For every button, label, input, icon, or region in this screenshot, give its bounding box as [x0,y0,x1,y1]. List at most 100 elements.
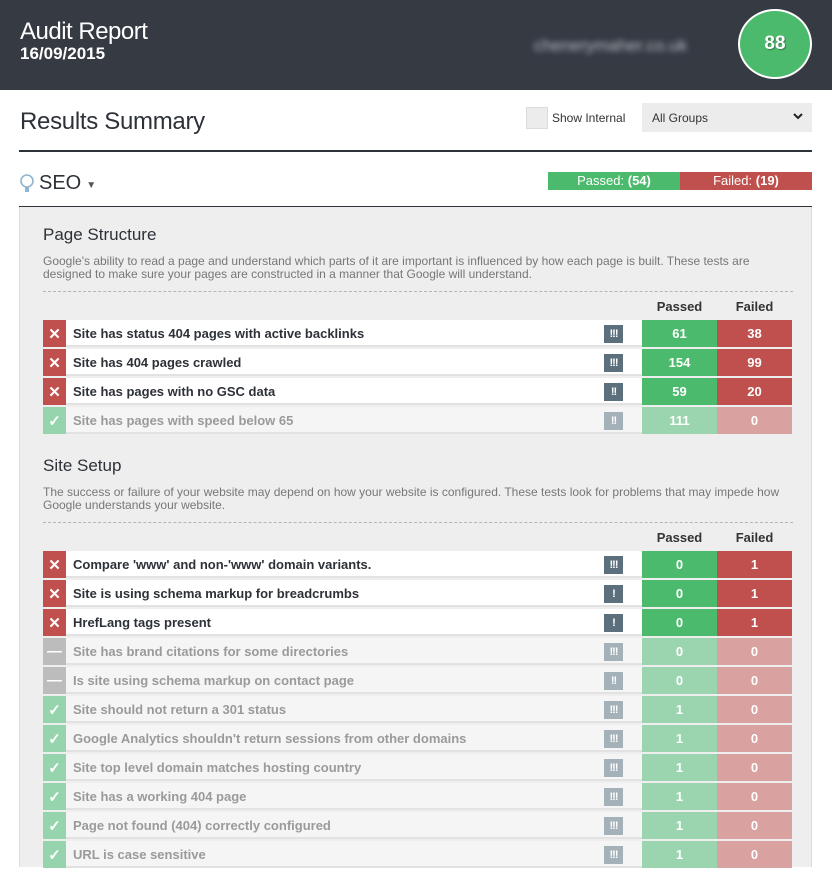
passed-count[interactable]: 154 [642,349,717,376]
passed-count[interactable]: 0 [642,609,717,636]
priority-icon: ! [604,585,623,603]
column-header-failed: Failed [735,530,774,545]
passed-count[interactable]: 0 [642,638,717,665]
passed-count[interactable]: 61 [642,320,717,347]
passed-count[interactable]: 0 [642,667,717,694]
check-icon: ✓ [43,754,66,781]
priority-icon: !!! [604,701,623,719]
test-row[interactable]: — Site has brand citations for some dire… [43,638,793,665]
passed-count[interactable]: 1 [642,783,717,810]
priority-icon: !!! [604,354,623,372]
failed-count[interactable]: 1 [717,551,792,578]
test-label: Site top level domain matches hosting co… [66,754,642,781]
divider [19,150,812,152]
failed-count[interactable]: 1 [717,609,792,636]
test-row[interactable]: ✓ Site top level domain matches hosting … [43,754,793,781]
site-domain: chenerymaher.co.uk [534,36,688,55]
passed-count[interactable]: 1 [642,725,717,752]
priority-icon: !!! [604,817,623,835]
column-header-failed: Failed [735,299,774,314]
failed-count[interactable]: 99 [717,349,792,376]
passed-count[interactable]: 1 [642,812,717,839]
section-page-structure: Page Structure Google's ability to read a… [43,225,793,436]
priority-icon: !!! [604,556,623,574]
test-row[interactable]: ✓ Site should not return a 301 status !!… [43,696,793,723]
report-header: Audit Report 16/09/2015 chenerymaher.co.… [0,0,832,90]
test-label: HrefLang tags present [66,609,642,636]
check-icon: ✓ [43,407,66,434]
passed-count[interactable]: 111 [642,407,717,434]
failed-count[interactable]: 0 [717,407,792,434]
report-date: 16/09/2015 [20,44,106,63]
test-label: Page not found (404) correctly configure… [66,812,642,839]
test-label: Site should not return a 301 status [66,696,642,723]
failed-count[interactable]: 38 [717,320,792,347]
test-label: Site has brand citations for some direct… [66,638,642,665]
passed-summary: Passed: (54) [548,172,680,190]
failed-summary: Failed: (19) [680,172,812,190]
column-header-passed: Passed [656,530,703,545]
passed-count[interactable]: 0 [642,551,717,578]
failed-count[interactable]: 0 [717,638,792,665]
test-row[interactable]: ✕ Site has status 404 pages with active … [43,320,793,347]
test-label: Site has status 404 pages with active ba… [66,320,642,347]
category-name: SEO [39,172,82,194]
test-row[interactable]: ✕ Site has 404 pages crawled !!! 154 99 [43,349,793,376]
failed-count[interactable]: 0 [717,754,792,781]
check-icon: ✓ [43,812,66,839]
test-row[interactable]: ✓ Site has a working 404 page !!! 1 0 [43,783,793,810]
test-row[interactable]: ✕ Site is using schema markup for breadc… [43,580,793,607]
group-select[interactable]: All Groups [642,103,812,132]
close-icon: ✕ [43,551,66,578]
failed-count[interactable]: 0 [717,783,792,810]
show-internal-checkbox[interactable] [526,107,548,129]
caret-down-icon: ▼ [86,180,97,191]
group-select-value: All Groups [652,110,709,125]
seo-results-panel: Page Structure Google's ability to read a… [19,207,812,870]
report-title: Audit Report [20,18,148,45]
passed-count[interactable]: 59 [642,378,717,405]
section-description: The success or failure of your website m… [43,485,780,512]
priority-icon: !!! [604,643,623,661]
test-row[interactable]: ✕ Site has pages with no GSC data !! 59 … [43,378,793,405]
pass-fail-summary: Passed: (54) Failed: (19) [548,172,812,190]
test-row[interactable]: ✓ Site has pages with speed below 65 !! … [43,407,793,434]
failed-count[interactable]: 20 [717,378,792,405]
test-row[interactable]: — Is site using schema markup on contact… [43,667,793,694]
test-label: Site has 404 pages crawled [66,349,642,376]
passed-count[interactable]: 0 [642,580,717,607]
close-icon: ✕ [43,378,66,405]
test-row[interactable]: ✕ HrefLang tags present ! 0 1 [43,609,793,636]
priority-icon: !! [604,412,623,430]
score-badge: 88 [738,9,812,79]
chevron-down-icon [792,110,804,125]
test-label: Site is using schema markup for breadcru… [66,580,642,607]
priority-icon: !! [604,383,623,401]
priority-icon: !!! [604,759,623,777]
close-icon: ✕ [43,609,66,636]
category-toggle-seo[interactable]: SEO ▼ [19,172,96,195]
failed-count[interactable]: 0 [717,812,792,839]
column-headers: Passed Failed [43,292,793,320]
passed-count[interactable]: 1 [642,754,717,781]
test-row[interactable]: ✕ Compare 'www' and non-'www' domain var… [43,551,793,578]
priority-icon: !! [604,672,623,690]
failed-count[interactable]: 1 [717,580,792,607]
column-header-passed: Passed [656,299,703,314]
check-icon: ✓ [43,696,66,723]
dash-icon: — [43,667,66,694]
show-internal-label[interactable]: Show Internal [552,111,625,125]
test-row[interactable]: ✓ Google Analytics shouldn't return sess… [43,725,793,752]
test-row[interactable]: ✓ Page not found (404) correctly configu… [43,812,793,839]
test-label: Site has pages with speed below 65 [66,407,642,434]
close-icon: ✕ [43,320,66,347]
section-site-setup: Site Setup The success or failure of your… [43,456,793,870]
dash-icon: — [43,638,66,665]
failed-count[interactable]: 0 [717,696,792,723]
column-headers: Passed Failed [43,523,793,551]
test-label: Site has pages with no GSC data [66,378,642,405]
failed-count[interactable]: 0 [717,667,792,694]
failed-count[interactable]: 0 [717,725,792,752]
passed-count[interactable]: 1 [642,696,717,723]
close-icon: ✕ [43,580,66,607]
